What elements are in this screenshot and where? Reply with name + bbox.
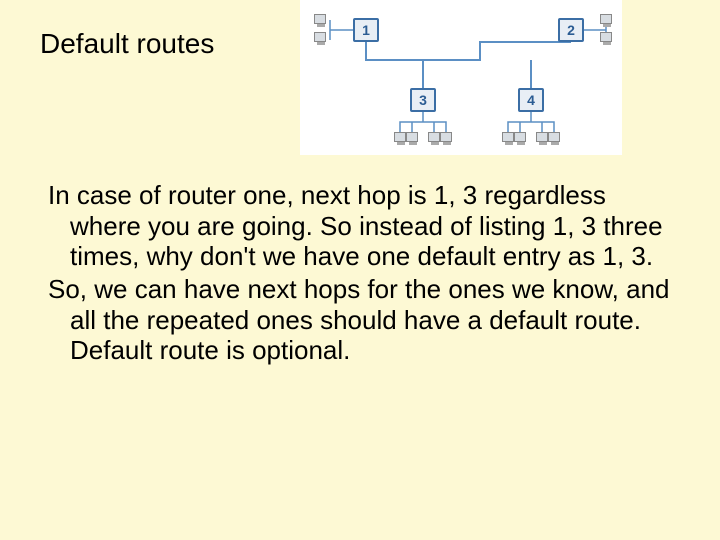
slide-title: Default routes [40,28,214,60]
paragraph: In case of router one, next hop is 1, 3 … [48,180,672,272]
host-icon [440,132,452,142]
host-icon [600,14,612,24]
host-icon [406,132,418,142]
router-4: 4 [518,88,544,112]
slide-body: In case of router one, next hop is 1, 3 … [48,180,672,368]
paragraph: So, we can have next hops for the ones w… [48,274,672,366]
host-icon [502,132,514,142]
host-icon [394,132,406,142]
host-icon [600,32,612,42]
host-icon [536,132,548,142]
host-icon [314,32,326,42]
host-icon [548,132,560,142]
host-icon [514,132,526,142]
network-diagram: 1 2 3 4 [300,0,622,155]
host-icon [314,14,326,24]
router-3: 3 [410,88,436,112]
router-1: 1 [353,18,379,42]
host-icon [428,132,440,142]
router-2: 2 [558,18,584,42]
